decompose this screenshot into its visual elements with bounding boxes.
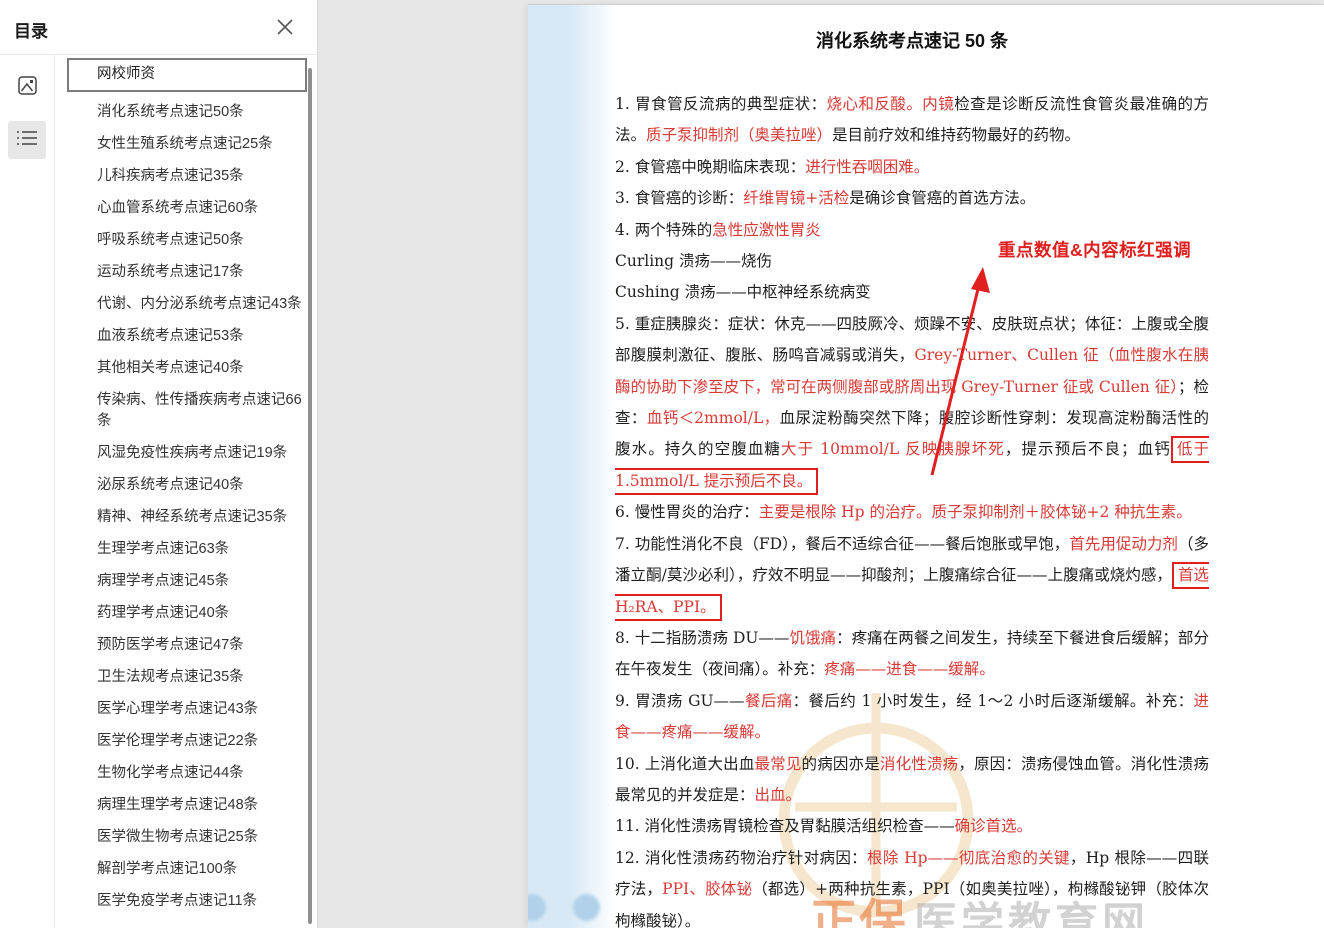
sidebar-icon-rail bbox=[0, 55, 55, 928]
toc-item[interactable]: 医学免疫学考点速记11条 bbox=[67, 886, 307, 918]
doc-text-run: 质子泵抑制剂（奥美拉唑） bbox=[646, 126, 832, 144]
doc-text-run: 8. 十二指肠溃疡 DU—— bbox=[615, 629, 789, 647]
toc-item[interactable]: 生理学考点速记63条 bbox=[67, 534, 307, 566]
toc-sidebar: 目录 网校师资消化系统考点速记50条女性 bbox=[0, 0, 318, 928]
toc-item[interactable]: 心血管系统考点速记60条 bbox=[67, 193, 307, 225]
toc-item[interactable]: 儿科疾病考点速记35条 bbox=[67, 161, 307, 193]
doc-paragraph: 6. 慢性胃炎的治疗：主要是根除 Hp 的治疗。质子泵抑制剂＋胶体铋+2 种抗生… bbox=[615, 497, 1209, 528]
doc-text-run: 确诊首选。 bbox=[955, 817, 1033, 835]
doc-text-run: 饥饿痛 bbox=[789, 629, 836, 647]
doc-text-run: Curling 溃疡——烧伤 bbox=[615, 252, 772, 270]
doc-paragraph: 2. 食管癌中晚期临床表现：进行性吞咽困难。 bbox=[615, 152, 1209, 183]
doc-paragraph: Cushing 溃疡——中枢神经系统病变 bbox=[615, 277, 1209, 308]
doc-text-run: 主要是根除 Hp 的治疗。质子泵抑制剂＋胶体铋+2 种抗生素。 bbox=[759, 503, 1192, 521]
toc-item[interactable]: 医学微生物考点速记25条 bbox=[67, 822, 307, 854]
toc-item[interactable]: 预防医学考点速记47条 bbox=[67, 630, 307, 662]
doc-text-run: 7. 功能性消化不良（FD），餐后不适综合征——餐后饱胀或早饱， bbox=[615, 535, 1069, 553]
image-thumbnail-icon bbox=[17, 75, 38, 101]
document-title: 消化系统考点速记 50 条 bbox=[615, 5, 1209, 53]
doc-paragraph: 9. 胃溃疡 GU——餐后痛：餐后约 1 小时发生，经 1～2 小时后逐渐缓解。… bbox=[615, 686, 1209, 749]
toc-item[interactable]: 女性生殖系统考点速记25条 bbox=[67, 129, 307, 161]
toc-item[interactable]: 药理学考点速记40条 bbox=[67, 598, 307, 630]
page-left-decoration bbox=[528, 5, 616, 928]
doc-paragraph: 5. 重症胰腺炎：症状：休克——四肢厥冷、烦躁不安、皮肤斑点状；体征：上腹或全腹… bbox=[615, 309, 1209, 497]
doc-text-run: 首先用促动力剂 bbox=[1069, 535, 1178, 553]
doc-text-run: 纤维胃镜+活检 bbox=[743, 189, 849, 207]
doc-text-run: 根除 Hp——彻底治愈的关键 bbox=[867, 849, 1070, 867]
doc-paragraph: 12. 消化性溃疡药物治疗针对病因：根除 Hp——彻底治愈的关键，Hp 根除——… bbox=[615, 843, 1209, 928]
toc-item[interactable]: 卫生法规考点速记35条 bbox=[67, 662, 307, 694]
doc-text-run: 12. 消化性溃疡药物治疗针对病因： bbox=[615, 849, 867, 867]
doc-text-run: Cushing 溃疡——中枢神经系统病变 bbox=[615, 283, 871, 301]
doc-text-run: PPI、胶体铋 bbox=[662, 880, 752, 898]
toc-item[interactable]: 病理学考点速记45条 bbox=[67, 566, 307, 598]
red-annotation-label: 重点数值&内容标红强调 bbox=[998, 237, 1191, 262]
doc-text-run: 出血。 bbox=[755, 786, 802, 804]
toc-item[interactable]: 网校师资 bbox=[67, 58, 307, 92]
doc-text-run: 是目前疗效和维持药物最好的药物。 bbox=[832, 126, 1080, 144]
toc-item[interactable]: 其他相关考点速记40条 bbox=[67, 353, 307, 385]
toc-item[interactable]: 呼吸系统考点速记50条 bbox=[67, 225, 307, 257]
toc-item[interactable]: 病理生理学考点速记48条 bbox=[67, 790, 307, 822]
doc-text-run: 11. 消化性溃疡胃镜检查及胃黏膜活组织检查—— bbox=[615, 817, 955, 835]
doc-text-run: ：餐后约 1 小时发生，经 1～2 小时后逐渐缓解。补充： bbox=[793, 692, 1194, 710]
toc-item[interactable]: 解剖学考点速记100条 bbox=[67, 854, 307, 886]
doc-text-run: 2. 食管癌中晚期临床表现： bbox=[615, 158, 805, 176]
doc-text-run: 1. 胃食管反流病的典型症状： bbox=[615, 95, 827, 113]
doc-text-run: 大于 10mmol/L 反映胰腺坏死 bbox=[781, 440, 1005, 458]
toc-item[interactable]: 风湿免疫性疾病考点速记19条 bbox=[67, 438, 307, 470]
doc-text-run: 是确诊食管癌的首选方法。 bbox=[849, 189, 1035, 207]
doc-text-run: 6. 慢性胃炎的治疗： bbox=[615, 503, 759, 521]
outline-view-button[interactable] bbox=[8, 121, 46, 159]
sidebar-scrollbar-thumb[interactable] bbox=[308, 68, 312, 924]
doc-text-run: 进行性吞咽困难。 bbox=[805, 158, 929, 176]
doc-text-run: 餐后痛 bbox=[745, 692, 793, 710]
doc-text-run: ，提示预后不良；血钙 bbox=[1005, 440, 1171, 458]
doc-text-run: 的病因亦是 bbox=[802, 755, 880, 773]
toc-item[interactable]: 生物化学考点速记44条 bbox=[67, 758, 307, 790]
toc-item[interactable]: 血液系统考点速记53条 bbox=[67, 321, 307, 353]
doc-paragraph: 10. 上消化道大出血最常见的病因亦是消化性溃疡，原因：溃疡侵蚀血管。消化性溃疡… bbox=[615, 749, 1209, 812]
doc-text-run: 疼痛——进食——缓解。 bbox=[824, 660, 995, 678]
toc-item[interactable]: 代谢、内分泌系统考点速记43条 bbox=[67, 289, 307, 321]
sidebar-header: 目录 bbox=[0, 0, 317, 55]
toc-item[interactable]: 精神、神经系统考点速记35条 bbox=[67, 502, 307, 534]
viewer-background: 消化系统考点速记 50 条 1. 胃食管反流病的典型症状：烧心和反酸。内镜检查是… bbox=[319, 0, 1324, 928]
toc-item[interactable]: 消化系统考点速记50条 bbox=[67, 97, 307, 129]
doc-paragraph: 1. 胃食管反流病的典型症状：烧心和反酸。内镜检查是诊断反流性食管炎最准确的方法… bbox=[615, 89, 1209, 152]
doc-text-run: 烧心和反酸。内镜 bbox=[827, 95, 955, 113]
close-icon[interactable] bbox=[275, 17, 295, 37]
doc-paragraphs: 1. 胃食管反流病的典型症状：烧心和反酸。内镜检查是诊断反流性食管炎最准确的方法… bbox=[615, 89, 1209, 928]
doc-text-run: 10. 上消化道大出血 bbox=[615, 755, 755, 773]
document-page: 消化系统考点速记 50 条 1. 胃食管反流病的典型症状：烧心和反酸。内镜检查是… bbox=[528, 4, 1324, 928]
toc-item[interactable]: 传染病、性传播疾病考点速记66条 bbox=[67, 385, 307, 438]
doc-paragraph: 3. 食管癌的诊断：纤维胃镜+活检是确诊食管癌的首选方法。 bbox=[615, 183, 1209, 214]
doc-paragraph: 11. 消化性溃疡胃镜检查及胃黏膜活组织检查——确诊首选。 bbox=[615, 811, 1209, 842]
doc-text-run: 血钙＜2mmol/L， bbox=[647, 409, 780, 427]
document-content: 消化系统考点速记 50 条 1. 胃食管反流病的典型症状：烧心和反酸。内镜检查是… bbox=[615, 5, 1209, 928]
toc-item[interactable]: 泌尿系统考点速记40条 bbox=[67, 470, 307, 502]
doc-text-run: 消化性溃疡 bbox=[880, 755, 958, 773]
sidebar-title: 目录 bbox=[14, 17, 48, 42]
decorative-dot bbox=[573, 894, 600, 921]
doc-text-run: 3. 食管癌的诊断： bbox=[615, 189, 743, 207]
list-outline-icon bbox=[16, 129, 38, 152]
doc-paragraph: 8. 十二指肠溃疡 DU——饥饿痛：疼痛在两餐之间发生，持续至下餐进食后缓解；部… bbox=[615, 623, 1209, 686]
toc-list: 网校师资消化系统考点速记50条女性生殖系统考点速记25条儿科疾病考点速记35条心… bbox=[67, 58, 307, 918]
doc-text-run: 9. 胃溃疡 GU—— bbox=[615, 692, 745, 710]
toc-item[interactable]: 医学伦理学考点速记22条 bbox=[67, 726, 307, 758]
doc-paragraph: 7. 功能性消化不良（FD），餐后不适综合征——餐后饱胀或早饱，首先用促动力剂（… bbox=[615, 529, 1209, 623]
doc-text-run: 最常见 bbox=[755, 755, 802, 773]
doc-text-run: 4. 两个特殊的 bbox=[615, 221, 712, 239]
doc-text-run: 急性应激性胃炎 bbox=[712, 221, 821, 239]
thumbnail-view-button[interactable] bbox=[8, 69, 46, 107]
toc-item[interactable]: 医学心理学考点速记43条 bbox=[67, 694, 307, 726]
toc-item[interactable]: 运动系统考点速记17条 bbox=[67, 257, 307, 289]
